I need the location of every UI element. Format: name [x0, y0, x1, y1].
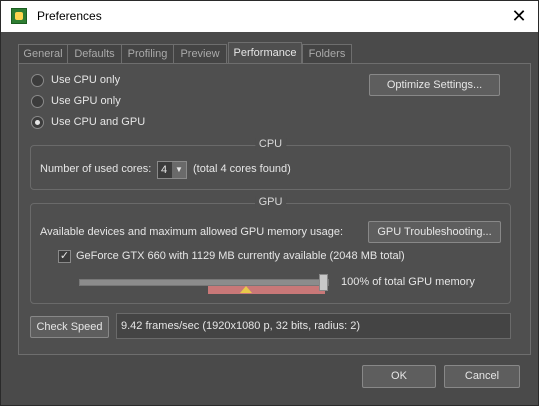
- gpu-troubleshooting-button[interactable]: GPU Troubleshooting...: [368, 221, 501, 243]
- tab-performance[interactable]: Performance: [228, 42, 302, 65]
- cores-total: (total 4 cores found): [193, 163, 291, 175]
- chevron-down-icon[interactable]: ▼: [172, 162, 186, 178]
- slider-fill: [80, 280, 328, 285]
- gpu-group-title: GPU: [254, 196, 287, 208]
- optimize-settings-button[interactable]: Optimize Settings...: [369, 74, 500, 96]
- radio-label: Use CPU and GPU: [51, 116, 146, 128]
- performance-panel: Use CPU only Use GPU only Use CPU and GP…: [18, 63, 531, 355]
- check-speed-button[interactable]: Check Speed: [30, 316, 109, 338]
- gpu-device-checkbox[interactable]: ✓: [58, 250, 71, 263]
- tab-folders[interactable]: Folders: [302, 44, 352, 64]
- cores-value: 4: [161, 164, 168, 176]
- cancel-button[interactable]: Cancel: [444, 365, 520, 388]
- radio-button[interactable]: [31, 74, 44, 87]
- slider-handle[interactable]: [319, 274, 328, 291]
- cores-label: Number of used cores:: [40, 163, 152, 175]
- gpu-memory-slider[interactable]: [79, 274, 329, 291]
- app-icon: [11, 8, 27, 24]
- speed-readout: 9.42 frames/sec (1920x1080 p, 32 bits, r…: [116, 313, 511, 339]
- tab-profiling[interactable]: Profiling: [121, 44, 174, 64]
- ok-button[interactable]: OK: [362, 365, 436, 388]
- gpu-group: GPU Available devices and maximum allowe…: [30, 196, 511, 304]
- gpu-device-label: GeForce GTX 660 with 1129 MB currently a…: [76, 250, 405, 262]
- cores-select[interactable]: 4 ▼: [157, 161, 187, 179]
- radio-label: Use CPU only: [51, 74, 121, 86]
- radio-button-checked[interactable]: [31, 116, 44, 129]
- window-title: Preferences: [37, 9, 102, 23]
- title-bar: Preferences ✕: [1, 1, 538, 32]
- close-button[interactable]: ✕: [501, 1, 537, 32]
- preferences-window: Preferences ✕ General Defaults Profiling…: [0, 0, 539, 406]
- cpu-group-title: CPU: [254, 138, 287, 150]
- memory-marker-icon: [240, 286, 252, 293]
- radio-label: Use GPU only: [51, 95, 121, 107]
- cpu-group: CPU Number of used cores: 4 ▼ (total 4 c…: [30, 138, 511, 190]
- tab-general[interactable]: General: [18, 44, 68, 64]
- gpu-memory-label: 100% of total GPU memory: [341, 276, 475, 288]
- radio-button[interactable]: [31, 95, 44, 108]
- tab-preview[interactable]: Preview: [173, 44, 227, 64]
- gpu-devices-label: Available devices and maximum allowed GP…: [40, 226, 344, 238]
- tab-defaults[interactable]: Defaults: [67, 44, 122, 64]
